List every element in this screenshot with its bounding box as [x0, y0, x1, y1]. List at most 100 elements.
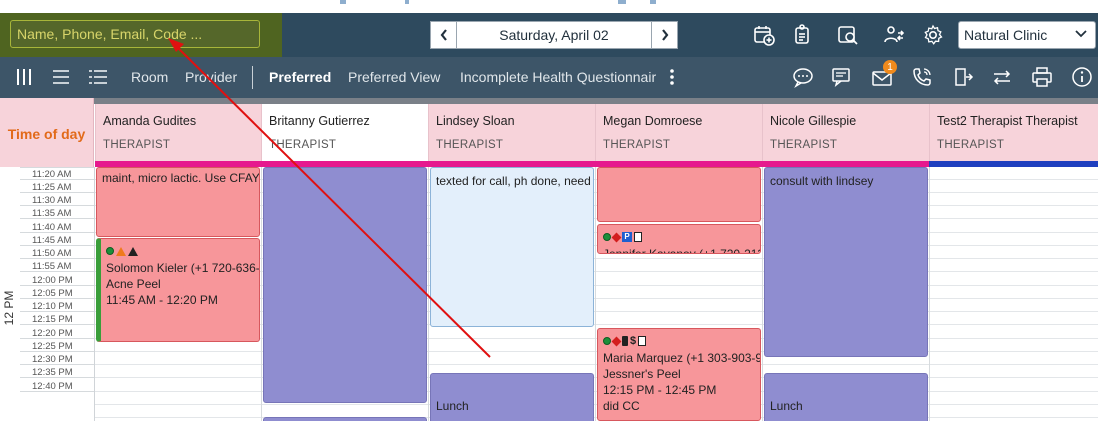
schedule-grid[interactable]: maint, micro lactic. Use CFAY? Solomon K… [95, 167, 1098, 421]
flag-icon [611, 232, 622, 242]
transfer-user-button[interactable] [882, 23, 906, 47]
scheduler-app: Saturday, April 02 Natural Clinic [0, 0, 1098, 421]
gear-icon [924, 24, 943, 45]
add-appointment-button[interactable] [752, 23, 776, 47]
time-of-day-header: Time of day [0, 98, 94, 170]
tab-preferred[interactable]: Preferred [269, 69, 331, 85]
appointment-note: maint, micro lactic. Use CFAY? [102, 171, 260, 185]
clipboard-person-icon [795, 24, 809, 44]
confirmed-icon [603, 337, 611, 345]
print-button[interactable] [1031, 66, 1053, 88]
document-icon [638, 336, 647, 346]
top-strip [0, 0, 1098, 13]
provider-column-header[interactable]: Britanny Gutierrez THERAPIST [261, 104, 428, 161]
lunch-block[interactable]: Lunch [430, 373, 594, 421]
hour-label-text: 12 PM [2, 290, 16, 326]
more-vertical-icon [670, 69, 674, 85]
call-button[interactable] [911, 66, 933, 88]
chat-button[interactable] [792, 66, 814, 88]
flag-icon [611, 336, 622, 346]
arrows-swap-icon [993, 70, 1011, 85]
appointment-block[interactable]: P Jennifer Kavanov (+1 720-213 [597, 224, 761, 254]
confirmed-icon [603, 233, 611, 241]
patient-name: Solomon Kieler (+1 720-636- [106, 261, 260, 275]
patient-name: Jennifer Kavanov (+1 720-213 [603, 247, 761, 254]
clinic-select[interactable]: Natural Clinic [958, 21, 1096, 49]
search-calendar-button[interactable] [836, 23, 860, 47]
appointment-block[interactable] [597, 167, 761, 222]
more-options-button[interactable] [661, 66, 683, 88]
appointment-time: 12:15 PM - 12:45 PM [603, 383, 717, 397]
provider-column-header[interactable]: Megan Domroese THERAPIST [595, 104, 762, 161]
provider-role: THERAPIST [436, 139, 504, 151]
chevron-down-icon [1075, 27, 1087, 41]
appointment-status-icons [106, 244, 254, 258]
list-icon [89, 70, 107, 84]
appointment-block[interactable]: $ Maria Marquez (+1 303-903-9 Jessner's … [597, 328, 761, 421]
provider-name: Test2 Therapist Therapist [937, 114, 1078, 128]
toolbar-divider [252, 66, 253, 89]
tab-provider[interactable]: Provider [185, 69, 237, 85]
provider-role: THERAPIST [269, 139, 337, 151]
date-navigator: Saturday, April 02 [430, 21, 678, 49]
calendar-plus-icon [754, 26, 775, 46]
view-rows-button[interactable] [50, 66, 72, 88]
provider-name: Megan Domroese [603, 114, 703, 128]
alert-icon [128, 246, 138, 256]
message-square-icon [832, 68, 850, 87]
parking-icon: P [622, 232, 632, 242]
view-columns-button[interactable] [13, 66, 35, 88]
settings-button[interactable] [921, 23, 945, 47]
provider-name: Nicole Gillespie [770, 114, 857, 128]
current-date[interactable]: Saturday, April 02 [457, 21, 651, 49]
confirmed-icon [106, 247, 114, 255]
service-name: Acne Peel [106, 277, 161, 291]
clinic-select-value: Natural Clinic [964, 27, 1048, 43]
provider-name: Britanny Gutierrez [269, 114, 370, 128]
view-list-button[interactable] [87, 66, 109, 88]
appointment-block[interactable]: consult with lindsey [764, 167, 928, 357]
provider-role: THERAPIST [103, 139, 171, 151]
checkout-button[interactable] [952, 66, 974, 88]
mobile-icon [622, 336, 628, 346]
provider-column-header[interactable]: Lindsey Sloan THERAPIST [428, 104, 595, 161]
user-swap-icon [884, 26, 905, 43]
appointment-status-icons: P [603, 230, 755, 244]
provider-role: THERAPIST [937, 139, 1005, 151]
tab-room[interactable]: Room [131, 69, 168, 85]
provider-column-header[interactable]: Test2 Therapist Therapist THERAPIST [929, 104, 1098, 161]
tab-preferred-view[interactable]: Preferred View [348, 69, 440, 85]
info-button[interactable] [1071, 66, 1093, 88]
checkin-button[interactable] [790, 23, 814, 47]
messages-button[interactable] [831, 66, 853, 88]
chevron-left-icon [440, 29, 447, 41]
columns-icon [17, 69, 31, 85]
notification-badge: 1 [883, 60, 897, 74]
patient-name: Maria Marquez (+1 303-903-9 [603, 351, 761, 365]
appointment-block[interactable]: maint, micro lactic. Use CFAY? [96, 167, 260, 237]
appointment-note: consult with lindsey [770, 174, 874, 188]
dollar-icon: $ [630, 335, 637, 347]
provider-role: THERAPIST [770, 139, 838, 151]
next-day-button[interactable] [651, 21, 678, 49]
previous-day-button[interactable] [430, 21, 457, 49]
document-icon [634, 232, 642, 242]
appointment-note: did CC [603, 399, 640, 413]
lunch-block[interactable]: Lunch [764, 373, 928, 421]
appointment-block[interactable]: Solomon Kieler (+1 720-636- Acne Peel 11… [96, 238, 260, 342]
provider-column-header[interactable]: Amanda Gudites THERAPIST [95, 104, 261, 161]
blocked-time[interactable] [263, 167, 427, 403]
provider-name: Lindsey Sloan [436, 114, 515, 128]
hour-label: 12 PM [0, 288, 18, 332]
appointment-block[interactable]: texted for call, ph done, need h [430, 167, 594, 327]
appointment-time: 11:45 AM - 12:20 PM [106, 293, 218, 307]
rows-icon [53, 70, 69, 84]
swap-button[interactable] [991, 66, 1013, 88]
door-exit-icon [955, 68, 974, 86]
printer-icon [1032, 67, 1052, 87]
tab-incomplete-health-questionnaire[interactable]: Incomplete Health Questionnair [460, 69, 656, 85]
chat-bubble-icon [793, 68, 813, 88]
provider-column-header[interactable]: Nicole Gillespie THERAPIST [762, 104, 929, 161]
search-input[interactable] [10, 20, 260, 48]
blocked-time[interactable] [263, 417, 427, 421]
